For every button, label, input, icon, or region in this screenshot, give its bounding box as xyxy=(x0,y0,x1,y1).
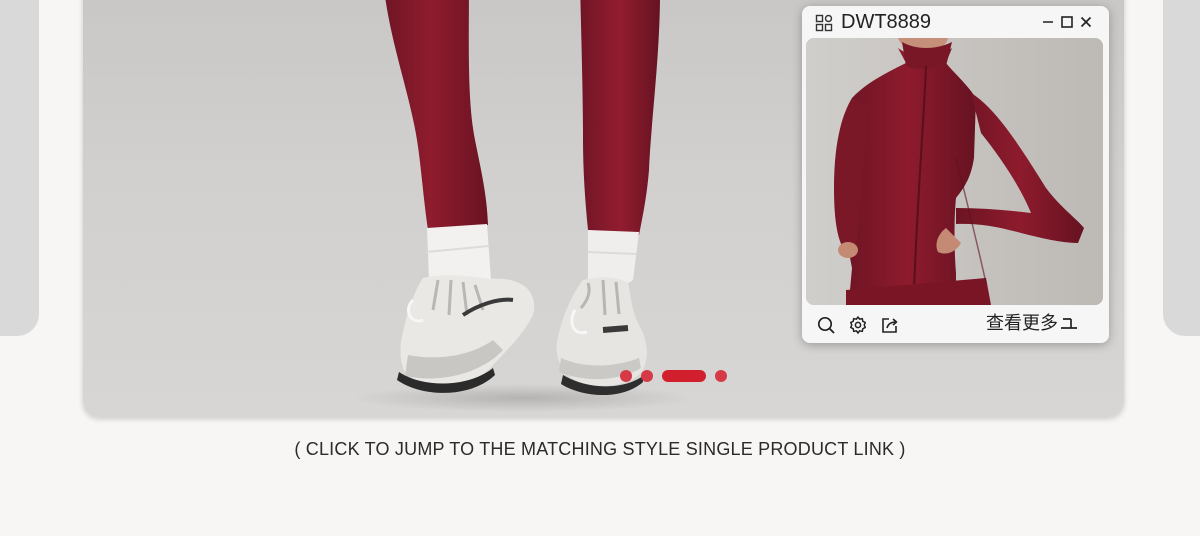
carousel-dot[interactable] xyxy=(715,369,727,382)
maximize-icon[interactable] xyxy=(1059,14,1075,30)
jacket-photo xyxy=(806,38,1103,305)
zoom-icon[interactable] xyxy=(816,315,836,335)
carousel-dots xyxy=(620,369,727,382)
carousel-next-card[interactable] xyxy=(1163,0,1200,336)
grid-icon xyxy=(815,14,833,32)
minimize-icon[interactable] xyxy=(1040,14,1056,30)
product-page: ( CLICK TO JUMP TO THE MATCHING STYLE SI… xyxy=(0,0,1200,536)
viewer-titlebar[interactable]: DWT8889 xyxy=(802,6,1109,38)
view-more-label: 查看更多 xyxy=(986,313,1058,334)
matching-style-caption[interactable]: ( CLICK TO JUMP TO THE MATCHING STYLE SI… xyxy=(0,439,1200,460)
carousel-dot-active[interactable] xyxy=(662,369,706,382)
viewer-toolbar: 查看更多 xyxy=(802,307,1109,343)
carousel-dot[interactable] xyxy=(620,369,632,382)
carousel-prev-card[interactable] xyxy=(0,0,39,336)
view-more-link[interactable]: 查看更多 xyxy=(986,311,1079,337)
viewer-title: DWT8889 xyxy=(841,11,932,33)
carousel-dot[interactable] xyxy=(641,369,653,382)
close-icon[interactable] xyxy=(1078,14,1094,30)
image-viewer-window: DWT8889 查看更多 xyxy=(802,6,1109,343)
share-icon[interactable] xyxy=(880,315,900,335)
arrow-corner-icon xyxy=(1061,318,1077,329)
settings-icon[interactable] xyxy=(848,315,868,335)
viewer-product-image[interactable] xyxy=(806,38,1103,305)
